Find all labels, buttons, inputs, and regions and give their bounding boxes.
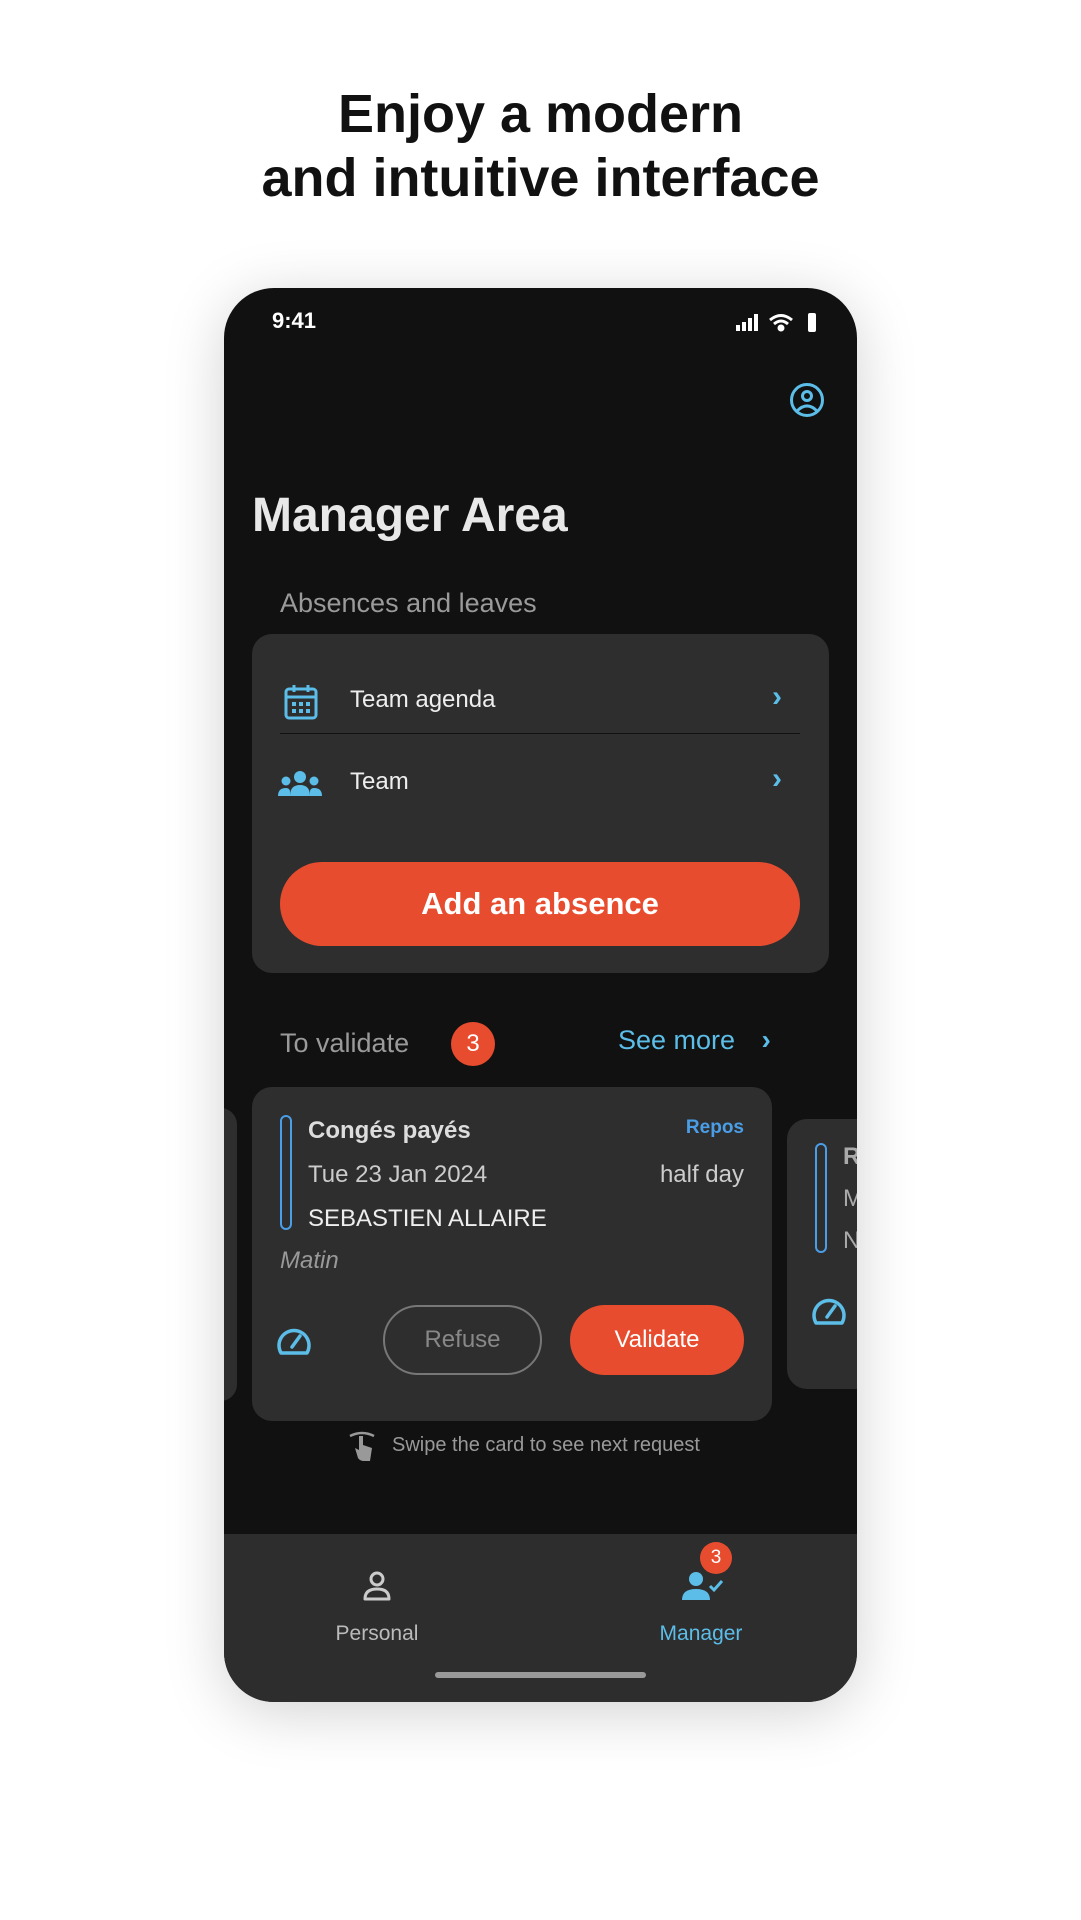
- divider: [280, 733, 800, 734]
- manager-check-icon: [682, 1572, 724, 1600]
- headline: Enjoy a modern and intuitive interface: [261, 84, 820, 208]
- status-time: 9:41: [272, 308, 317, 333]
- status-bar-indicator: [815, 1143, 827, 1253]
- wifi-icon: [769, 314, 793, 332]
- count-badge: 3: [451, 1022, 495, 1066]
- partial-text: R: [843, 1143, 857, 1170]
- chevron-right-icon: ›: [761, 1024, 771, 1055]
- team-icon: [278, 771, 322, 796]
- validate-button[interactable]: Validate: [570, 1305, 744, 1375]
- person-icon: [363, 1571, 391, 1601]
- add-absence-button[interactable]: Add an absence: [280, 862, 800, 946]
- nav-item-manager[interactable]: 3 Manager: [608, 1542, 794, 1654]
- partial-text: N: [843, 1227, 857, 1254]
- next-request-card[interactable]: R M N: [787, 1119, 857, 1389]
- menu-item-label: Team: [350, 768, 409, 795]
- status-bar-indicator: [280, 1115, 292, 1230]
- user-circle-icon[interactable]: [789, 382, 825, 418]
- swipe-hint: Swipe the card to see next request: [392, 1434, 700, 1456]
- absences-card: Team agenda › Team › Add an absence: [252, 634, 829, 973]
- menu-item-label: Team agenda: [350, 686, 496, 713]
- home-indicator[interactable]: [435, 1672, 646, 1678]
- nav-badge: 3: [700, 1542, 732, 1574]
- swipe-hand-icon: [349, 1431, 375, 1461]
- leave-tag: Repos: [685, 1117, 744, 1138]
- nav-label: Personal: [335, 1622, 419, 1645]
- employee-name: SEBASTIEN ALLAIRE: [308, 1205, 547, 1232]
- refuse-button[interactable]: Refuse: [383, 1305, 542, 1375]
- bottom-nav: Personal 3 Manager: [224, 1534, 857, 1702]
- nav-item-personal[interactable]: Personal: [284, 1554, 470, 1654]
- request-card[interactable]: Congés payés Repos Tue 23 Jan 2024 half …: [252, 1087, 772, 1421]
- leave-period: Matin: [280, 1247, 339, 1274]
- signal-icon: [736, 314, 758, 331]
- gauge-icon[interactable]: [276, 1325, 312, 1357]
- see-more-link[interactable]: See more ›: [618, 1024, 771, 1064]
- chevron-right-icon: ›: [772, 680, 782, 713]
- menu-item-team[interactable]: Team ›: [252, 738, 829, 830]
- phone-screen: 9:41 Manager Area Absences and leaves Te…: [224, 288, 857, 1702]
- calendar-icon: [284, 685, 318, 720]
- battery-icon: [808, 313, 816, 332]
- status-icons: [736, 313, 816, 332]
- leave-duration: half day: [659, 1161, 744, 1188]
- leave-type: Congés payés: [308, 1117, 471, 1144]
- page-title: Manager Area: [252, 489, 568, 542]
- previous-request-card[interactable]: [224, 1108, 237, 1401]
- leave-date: Tue 23 Jan 2024: [308, 1161, 488, 1188]
- partial-text: M: [843, 1185, 857, 1212]
- see-more-label: See more: [618, 1025, 736, 1055]
- gauge-icon: [812, 1298, 846, 1325]
- section-label: Absences and leaves: [280, 588, 537, 618]
- to-validate-label: To validate: [280, 1028, 410, 1058]
- nav-label: Manager: [659, 1622, 743, 1645]
- chevron-right-icon: ›: [772, 762, 782, 795]
